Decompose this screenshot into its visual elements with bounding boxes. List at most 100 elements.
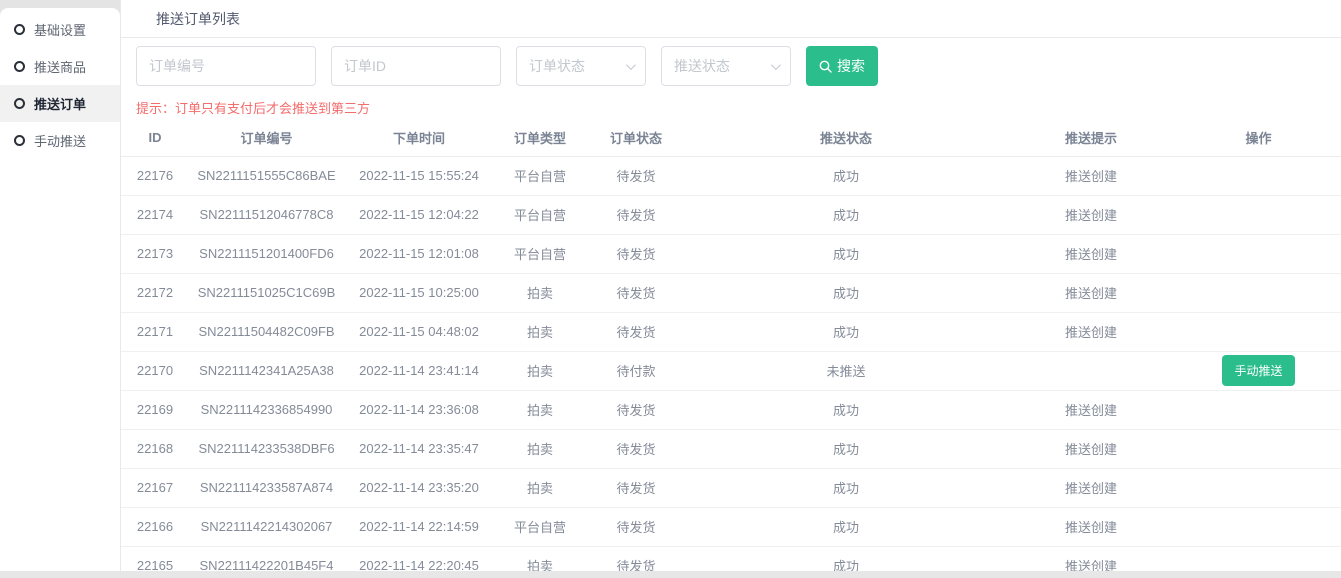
cell-push-status: 成功	[686, 507, 1006, 546]
cell-id: 22169	[121, 390, 189, 429]
cell-created-at: 2022-11-15 15:55:24	[344, 156, 494, 195]
search-button-label: 搜索	[837, 56, 865, 76]
cell-id: 22166	[121, 507, 189, 546]
cell-order-type: 平台自营	[494, 195, 586, 234]
cell-order-type: 拍卖	[494, 312, 586, 351]
cell-order-status: 待发货	[586, 156, 686, 195]
column-header-5: 推送状态	[686, 120, 1006, 156]
circle-icon	[14, 135, 25, 146]
push-status-select[interactable]: 推送状态	[661, 46, 791, 86]
cell-created-at: 2022-11-15 12:01:08	[344, 234, 494, 273]
cell-push-hint	[1006, 351, 1176, 390]
cell-created-at: 2022-11-15 12:04:22	[344, 195, 494, 234]
cell-order-status: 待付款	[586, 351, 686, 390]
cell-order-no: SN2211142341A25A38	[189, 351, 344, 390]
circle-icon	[14, 24, 25, 35]
cell-action	[1176, 468, 1341, 507]
search-button[interactable]: 搜索	[806, 46, 878, 86]
cell-created-at: 2022-11-14 23:35:20	[344, 468, 494, 507]
cell-push-status: 成功	[686, 390, 1006, 429]
sidebar-item-0[interactable]: 基础设置	[0, 11, 120, 48]
page-title: 推送订单列表	[156, 9, 240, 29]
cell-order-no: SN2211142336854990	[189, 390, 344, 429]
cell-order-no: SN2211151555C86BAE	[189, 156, 344, 195]
cell-id: 22167	[121, 468, 189, 507]
cell-order-status: 待发货	[586, 390, 686, 429]
chevron-down-icon	[626, 60, 636, 70]
cell-order-no: SN22111504482C09FB	[189, 312, 344, 351]
manual-push-button[interactable]: 手动推送	[1222, 355, 1294, 386]
cell-push-hint: 推送创建	[1006, 195, 1176, 234]
cell-id: 22176	[121, 156, 189, 195]
table-row: 22166SN22111422143020672022-11-14 22:14:…	[121, 507, 1341, 546]
order-no-input[interactable]	[136, 46, 316, 86]
cell-push-hint: 推送创建	[1006, 234, 1176, 273]
cell-order-no: SN221114233587A874	[189, 468, 344, 507]
cell-push-status: 成功	[686, 234, 1006, 273]
cell-created-at: 2022-11-14 23:35:47	[344, 429, 494, 468]
sidebar-item-3[interactable]: 手动推送	[0, 122, 120, 159]
cell-created-at: 2022-11-15 04:48:02	[344, 312, 494, 351]
search-bar: 订单状态 推送状态 搜索	[136, 46, 1341, 86]
cell-created-at: 2022-11-15 10:25:00	[344, 273, 494, 312]
table-row: 22168SN221114233538DBF62022-11-14 23:35:…	[121, 429, 1341, 468]
cell-order-no: SN2211151025C1C69B	[189, 273, 344, 312]
cell-action	[1176, 195, 1341, 234]
cell-id: 22171	[121, 312, 189, 351]
circle-icon	[14, 98, 25, 109]
cell-created-at: 2022-11-14 23:41:14	[344, 351, 494, 390]
cell-created-at: 2022-11-14 22:14:59	[344, 507, 494, 546]
cell-push-status: 未推送	[686, 351, 1006, 390]
cell-action: 手动推送	[1176, 351, 1341, 390]
sidebar-item-2[interactable]: 推送订单	[0, 85, 120, 122]
cell-order-type: 拍卖	[494, 468, 586, 507]
cell-order-no: SN221114233538DBF6	[189, 429, 344, 468]
cell-id: 22168	[121, 429, 189, 468]
cell-push-hint: 推送创建	[1006, 390, 1176, 429]
cell-order-status: 待发货	[586, 507, 686, 546]
sidebar-item-1[interactable]: 推送商品	[0, 48, 120, 85]
table-header: ID订单编号下单时间订单类型订单状态推送状态推送提示操作	[121, 120, 1341, 156]
cell-order-no: SN22111512046778C8	[189, 195, 344, 234]
table-row: 22172SN2211151025C1C69B2022-11-15 10:25:…	[121, 273, 1341, 312]
cell-order-type: 拍卖	[494, 273, 586, 312]
magnifier-icon	[819, 60, 832, 73]
cell-push-hint: 推送创建	[1006, 507, 1176, 546]
cell-push-status: 成功	[686, 429, 1006, 468]
cell-order-type: 拍卖	[494, 429, 586, 468]
main-content: 推送订单列表 订单状态 推送状态 搜索 提示：订单只有支付后才会推送到第三方 I…	[120, 0, 1341, 578]
column-header-1: 订单编号	[189, 120, 344, 156]
cell-push-status: 成功	[686, 468, 1006, 507]
cell-order-no: SN2211142214302067	[189, 507, 344, 546]
bottom-edge-strip	[0, 571, 1341, 578]
order-status-select[interactable]: 订单状态	[516, 46, 646, 86]
column-header-4: 订单状态	[586, 120, 686, 156]
cell-order-status: 待发货	[586, 195, 686, 234]
cell-push-hint: 推送创建	[1006, 312, 1176, 351]
cell-order-status: 待发货	[586, 273, 686, 312]
table-row: 22171SN22111504482C09FB2022-11-15 04:48:…	[121, 312, 1341, 351]
sidebar-item-label: 推送订单	[34, 94, 86, 113]
cell-id: 22172	[121, 273, 189, 312]
sidebar-item-label: 基础设置	[34, 20, 86, 39]
push-status-select-label: 推送状态	[674, 56, 730, 76]
table-row: 22169SN22111423368549902022-11-14 23:36:…	[121, 390, 1341, 429]
table-row: 22173SN2211151201400FD62022-11-15 12:01:…	[121, 234, 1341, 273]
cell-push-status: 成功	[686, 273, 1006, 312]
cell-action	[1176, 507, 1341, 546]
table-row: 22176SN2211151555C86BAE2022-11-15 15:55:…	[121, 156, 1341, 195]
column-header-3: 订单类型	[494, 120, 586, 156]
cell-push-status: 成功	[686, 312, 1006, 351]
cell-order-type: 平台自营	[494, 156, 586, 195]
cell-push-status: 成功	[686, 195, 1006, 234]
cell-order-status: 待发货	[586, 429, 686, 468]
sidebar: 基础设置推送商品推送订单手动推送	[0, 0, 120, 578]
sidebar-item-label: 推送商品	[34, 57, 86, 76]
table-row: 22167SN221114233587A8742022-11-14 23:35:…	[121, 468, 1341, 507]
order-id-input[interactable]	[331, 46, 501, 86]
cell-order-type: 拍卖	[494, 351, 586, 390]
sidebar-menu: 基础设置推送商品推送订单手动推送	[0, 8, 120, 578]
cell-order-type: 平台自营	[494, 234, 586, 273]
table-row: 22170SN2211142341A25A382022-11-14 23:41:…	[121, 351, 1341, 390]
cell-order-type: 平台自营	[494, 507, 586, 546]
